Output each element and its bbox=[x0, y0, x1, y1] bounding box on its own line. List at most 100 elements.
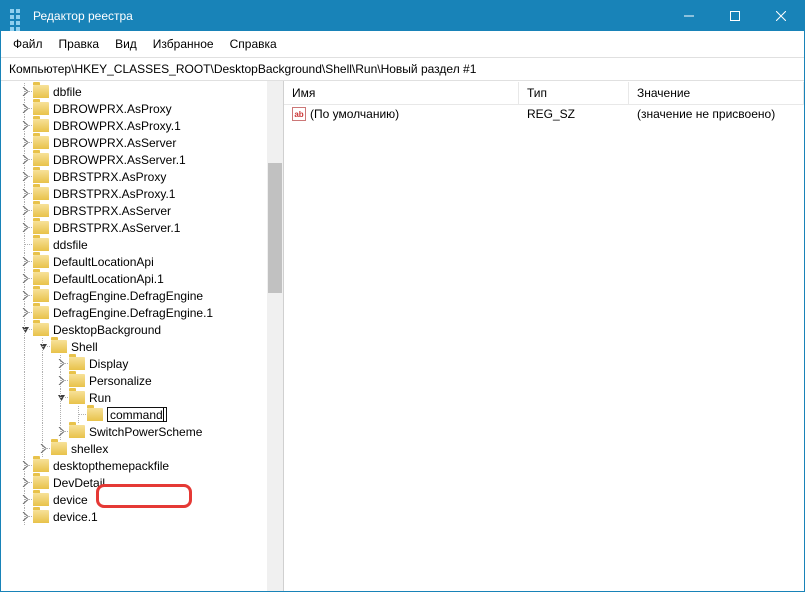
folder-icon bbox=[87, 408, 103, 421]
tree-item[interactable]: Display bbox=[1, 355, 267, 372]
tree-item[interactable]: DefragEngine.DefragEngine.1 bbox=[1, 304, 267, 321]
folder-icon bbox=[51, 340, 67, 353]
registry-editor-window: Редактор реестра Файл Правка Вид Избранн… bbox=[0, 0, 805, 592]
folder-icon bbox=[33, 187, 49, 200]
tree-item-label: device bbox=[53, 493, 88, 507]
folder-icon bbox=[69, 374, 85, 387]
tree-item[interactable]: Shell bbox=[1, 338, 267, 355]
folder-icon bbox=[33, 323, 49, 336]
tree-item-label: DBRSTPRX.AsProxy bbox=[53, 170, 166, 184]
folder-icon bbox=[33, 289, 49, 302]
column-name[interactable]: Имя bbox=[284, 82, 519, 104]
tree-item-label: DesktopBackground bbox=[53, 323, 161, 337]
tree-item[interactable]: device bbox=[1, 491, 267, 508]
folder-icon bbox=[33, 493, 49, 506]
folder-icon bbox=[33, 170, 49, 183]
window-controls bbox=[666, 1, 804, 31]
value-row[interactable]: ab (По умолчанию) REG_SZ (значение не пр… bbox=[284, 105, 804, 123]
tree-item[interactable]: ddsfile bbox=[1, 236, 267, 253]
tree-item-label: DefragEngine.DefragEngine bbox=[53, 289, 203, 303]
scroll-thumb[interactable] bbox=[268, 163, 282, 293]
menu-view[interactable]: Вид bbox=[107, 33, 145, 55]
content-area: dbfile DBROWPRX.AsProxy DBROWPRX.AsProxy.1… bbox=[1, 81, 804, 591]
values-pane[interactable]: Имя Тип Значение ab (По умолчанию) REG_S… bbox=[284, 81, 804, 591]
tree-item-label: DefaultLocationApi.1 bbox=[53, 272, 164, 286]
address-bar[interactable]: Компьютер\HKEY_CLASSES_ROOT\DesktopBackg… bbox=[1, 57, 804, 81]
app-icon bbox=[9, 8, 25, 24]
tree-pane[interactable]: dbfile DBROWPRX.AsProxy DBROWPRX.AsProxy.1… bbox=[1, 81, 284, 591]
folder-icon bbox=[33, 255, 49, 268]
column-type[interactable]: Тип bbox=[519, 82, 629, 104]
tree-item[interactable]: DefragEngine.DefragEngine bbox=[1, 287, 267, 304]
tree-item[interactable]: DBROWPRX.AsServer bbox=[1, 134, 267, 151]
title-bar[interactable]: Редактор реестра bbox=[1, 1, 804, 31]
tree-item-label: DefragEngine.DefragEngine.1 bbox=[53, 306, 213, 320]
tree-item-label: Run bbox=[89, 391, 111, 405]
folder-icon bbox=[33, 238, 49, 251]
string-value-icon: ab bbox=[292, 107, 306, 121]
column-value[interactable]: Значение bbox=[629, 82, 804, 104]
tree-item-label: Personalize bbox=[89, 374, 152, 388]
tree-item[interactable]: DBRSTPRX.AsProxy.1 bbox=[1, 185, 267, 202]
tree-item-label: dbfile bbox=[53, 85, 82, 99]
tree-item-label: Shell bbox=[71, 340, 98, 354]
tree-item[interactable]: shellex bbox=[1, 440, 267, 457]
close-button[interactable] bbox=[758, 1, 804, 31]
address-path: Компьютер\HKEY_CLASSES_ROOT\DesktopBackg… bbox=[9, 62, 476, 76]
tree-item-label: SwitchPowerScheme bbox=[89, 425, 202, 439]
tree-item-label: DBRSTPRX.AsServer bbox=[53, 204, 171, 218]
tree-item[interactable]: command bbox=[1, 406, 267, 423]
folder-icon bbox=[33, 136, 49, 149]
tree-item[interactable]: device.1 bbox=[1, 508, 267, 525]
tree-item-label: device.1 bbox=[53, 510, 98, 524]
tree-item-label: DBROWPRX.AsProxy.1 bbox=[53, 119, 181, 133]
menu-bar: Файл Правка Вид Избранное Справка bbox=[1, 31, 804, 57]
tree-item[interactable]: SwitchPowerScheme bbox=[1, 423, 267, 440]
vertical-scrollbar[interactable] bbox=[267, 81, 283, 591]
menu-edit[interactable]: Правка bbox=[51, 33, 108, 55]
folder-icon bbox=[69, 357, 85, 370]
folder-icon bbox=[69, 425, 85, 438]
tree-item-label: shellex bbox=[71, 442, 108, 456]
tree-item[interactable]: DBRSTPRX.AsServer bbox=[1, 202, 267, 219]
folder-icon bbox=[33, 306, 49, 319]
tree-item[interactable]: DesktopBackground bbox=[1, 321, 267, 338]
tree-item[interactable]: DBROWPRX.AsProxy bbox=[1, 100, 267, 117]
menu-favorites[interactable]: Избранное bbox=[145, 33, 222, 55]
menu-help[interactable]: Справка bbox=[222, 33, 285, 55]
folder-icon bbox=[33, 102, 49, 115]
folder-icon bbox=[33, 221, 49, 234]
tree-item[interactable]: DefaultLocationApi.1 bbox=[1, 270, 267, 287]
tree-item[interactable]: dbfile bbox=[1, 83, 267, 100]
tree-item-label: desktopthemepackfile bbox=[53, 459, 169, 473]
tree-item[interactable]: DevDetail bbox=[1, 474, 267, 491]
folder-icon bbox=[33, 510, 49, 523]
folder-icon bbox=[69, 391, 85, 404]
folder-icon bbox=[33, 476, 49, 489]
folder-icon bbox=[33, 119, 49, 132]
minimize-button[interactable] bbox=[666, 1, 712, 31]
tree-item-label: DBROWPRX.AsProxy bbox=[53, 102, 172, 116]
tree-item[interactable]: Personalize bbox=[1, 372, 267, 389]
tree-item[interactable]: desktopthemepackfile bbox=[1, 457, 267, 474]
value-type: REG_SZ bbox=[519, 106, 629, 122]
tree-item-label: DBRSTPRX.AsProxy.1 bbox=[53, 187, 175, 201]
folder-icon bbox=[33, 459, 49, 472]
tree-item[interactable]: DBROWPRX.AsServer.1 bbox=[1, 151, 267, 168]
folder-icon bbox=[51, 442, 67, 455]
tree-item[interactable]: DBRSTPRX.AsProxy bbox=[1, 168, 267, 185]
tree-item-label: DevDetail bbox=[53, 476, 105, 490]
folder-icon bbox=[33, 153, 49, 166]
folder-icon bbox=[33, 85, 49, 98]
maximize-button[interactable] bbox=[712, 1, 758, 31]
tree-item-label: DBROWPRX.AsServer bbox=[53, 136, 176, 150]
tree-item[interactable]: DefaultLocationApi bbox=[1, 253, 267, 270]
tree-item[interactable]: DBRSTPRX.AsServer.1 bbox=[1, 219, 267, 236]
rename-input[interactable]: command bbox=[107, 407, 167, 422]
tree-item[interactable]: Run bbox=[1, 389, 267, 406]
tree-item-label: Display bbox=[89, 357, 128, 371]
menu-file[interactable]: Файл bbox=[5, 33, 51, 55]
tree-item[interactable]: DBROWPRX.AsProxy.1 bbox=[1, 117, 267, 134]
tree-item-label: DBROWPRX.AsServer.1 bbox=[53, 153, 186, 167]
value-data: (значение не присвоено) bbox=[629, 106, 804, 122]
